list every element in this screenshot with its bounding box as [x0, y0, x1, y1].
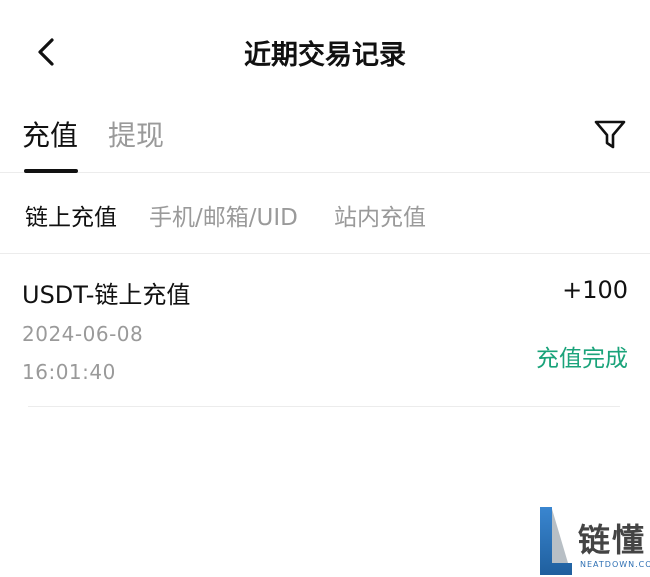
transaction-record[interactable]: USDT-链上充值 +100 2024-06-08 16:01:40 充值完成	[0, 254, 650, 407]
record-title: USDT-链上充值	[22, 281, 191, 309]
header: 近期交易记录	[0, 0, 650, 100]
watermark-subtext: NEATDOWN.COM	[580, 560, 650, 569]
subtab-phone-email-uid[interactable]: 手机/邮箱/UID	[149, 198, 298, 232]
subtab-internal-deposit[interactable]: 站内充值	[334, 198, 426, 232]
record-time: 16:01:40	[22, 360, 116, 384]
tab-withdraw[interactable]: 提现	[108, 114, 164, 154]
tab-deposit[interactable]: 充值	[22, 114, 78, 154]
record-amount: +100	[562, 276, 628, 304]
subtab-onchain-deposit[interactable]: 链上充值	[25, 198, 117, 232]
record-date: 2024-06-08	[22, 322, 144, 346]
watermark: 链懂 NEATDOWN.COM	[538, 505, 650, 577]
filter-button[interactable]	[592, 116, 628, 152]
record-divider	[28, 406, 620, 407]
filter-funnel-icon	[594, 120, 626, 149]
subtab-bar: 链上充值 手机/邮箱/UID 站内充值	[0, 173, 650, 254]
watermark-text: 链懂	[578, 521, 647, 559]
tab-bar: 充值 提现	[0, 100, 650, 173]
record-status: 充值完成	[536, 346, 628, 372]
watermark-logo-icon	[540, 507, 572, 575]
page-title: 近期交易记录	[244, 40, 406, 71]
